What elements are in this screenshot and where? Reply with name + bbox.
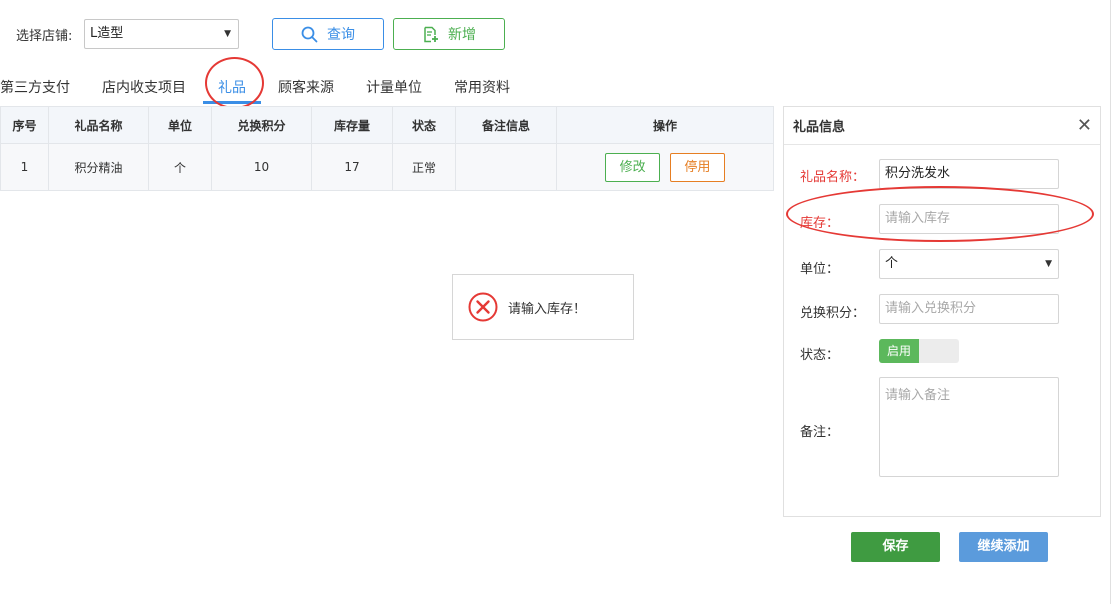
note-label: 备注： (800, 425, 840, 440)
table-header-row: 序号 礼品名称 单位 兑换积分 库存量 状态 备注信息 操作 (0, 106, 774, 144)
cell-status: 正常 (392, 143, 456, 191)
note-textarea[interactable]: 请输入备注 (879, 377, 1059, 477)
panel-header: 礼品信息 ✕ (784, 107, 1100, 145)
header-note: 备注信息 (455, 106, 557, 144)
tab-store-income-expense[interactable]: 店内收支项目 (102, 78, 186, 106)
error-icon (468, 292, 498, 322)
tab-customer-source[interactable]: 顾客来源 (278, 78, 334, 106)
header-unit: 单位 (148, 106, 212, 144)
window-edge (1110, 0, 1111, 604)
gift-info-panel: 礼品信息 ✕ 礼品名称： 积分洗发水 库存： 请输入库存 单位： 个 ▼ 兑换积… (783, 106, 1101, 517)
error-toast: 请输入库存！ (452, 274, 634, 340)
gift-name-input[interactable]: 积分洗发水 (879, 159, 1059, 189)
continue-add-button[interactable]: 继续添加 (959, 532, 1048, 562)
query-button[interactable]: 查询 (272, 18, 384, 50)
points-label: 兑换积分： (800, 306, 866, 321)
annotation-circle-tab (205, 57, 264, 109)
add-button-label: 新增 (448, 27, 476, 43)
unit-label: 单位： (800, 262, 840, 277)
header-index: 序号 (0, 106, 49, 144)
tab-measure-unit[interactable]: 计量单位 (366, 78, 422, 106)
add-file-icon (424, 26, 438, 42)
table-row: 1 积分精油 个 10 17 正常 修改 停用 (0, 143, 774, 191)
store-label: 选择店铺: (16, 29, 73, 44)
close-icon[interactable]: ✕ (1077, 115, 1092, 136)
header-status: 状态 (392, 106, 456, 144)
header-points: 兑换积分 (211, 106, 312, 144)
status-toggle-on: 启用 (879, 339, 919, 363)
cell-actions: 修改 停用 (556, 143, 774, 191)
cell-name: 积分精油 (48, 143, 149, 191)
cell-unit: 个 (148, 143, 212, 191)
chevron-down-icon: ▼ (224, 29, 231, 39)
gift-name-label: 礼品名称： (800, 170, 866, 185)
edit-button[interactable]: 修改 (605, 152, 661, 182)
status-label: 状态： (800, 348, 840, 363)
gift-table: 序号 礼品名称 单位 兑换积分 库存量 状态 备注信息 操作 1 积分精油 个 … (0, 106, 774, 191)
disable-button[interactable]: 停用 (669, 152, 725, 182)
header-name: 礼品名称 (48, 106, 149, 144)
status-toggle[interactable]: 启用 (879, 339, 959, 363)
cell-stock: 17 (311, 143, 393, 191)
header-actions: 操作 (556, 106, 774, 144)
cell-note (455, 143, 557, 191)
store-select[interactable]: L造型 ▼ (84, 19, 239, 49)
chevron-down-icon: ▼ (1045, 259, 1052, 269)
unit-select-value: 个 (885, 256, 899, 271)
query-button-label: 查询 (327, 27, 355, 43)
header-stock: 库存量 (311, 106, 393, 144)
tab-common-data[interactable]: 常用资料 (454, 78, 510, 106)
panel-title: 礼品信息 (793, 120, 846, 135)
store-select-value: L造型 (90, 26, 124, 41)
search-icon (301, 26, 318, 42)
annotation-circle-stock (786, 186, 1094, 242)
add-button[interactable]: 新增 (393, 18, 505, 50)
cell-points: 10 (211, 143, 312, 191)
points-input[interactable]: 请输入兑换积分 (879, 294, 1059, 324)
save-button[interactable]: 保存 (851, 532, 940, 562)
toast-message: 请输入库存！ (508, 301, 587, 317)
unit-select[interactable]: 个 ▼ (879, 249, 1059, 279)
tab-third-party-payment[interactable]: 第三方支付 (0, 78, 70, 106)
cell-index: 1 (0, 143, 49, 191)
